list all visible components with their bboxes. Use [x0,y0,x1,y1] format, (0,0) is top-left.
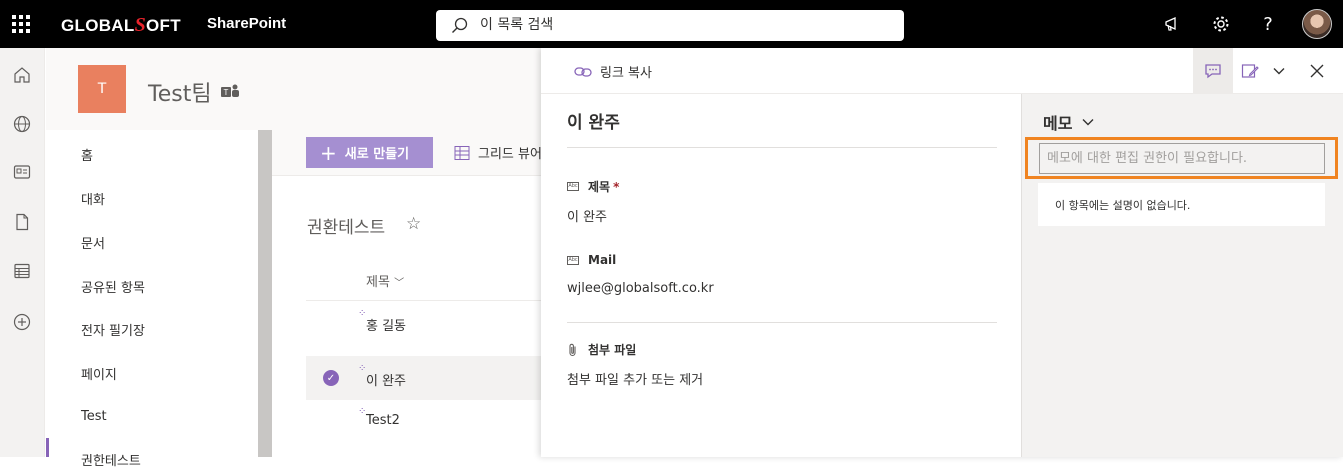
app-name[interactable]: SharePoint [207,15,286,32]
copy-link-button[interactable]: 링크 복사 [574,62,652,81]
text-field-icon: Abc [567,255,579,265]
avatar[interactable] [1302,9,1332,39]
field-value-mail[interactable]: wjlee@globalsoft.co.kr [567,281,714,296]
text-field-icon: Abc [567,182,579,191]
nav-item-test[interactable]: Test [81,409,107,424]
svg-text:T: T [224,88,229,97]
column-header-title[interactable]: 제목 ﹀ [366,271,404,290]
divider [567,147,997,148]
comment-icon [1205,64,1221,79]
field-label-title: Abc 제목 * [567,179,620,194]
item-title: 이 완주 [567,113,620,133]
nav-item-permission-test[interactable]: 권한테스트 [81,450,141,469]
file-icon[interactable] [12,212,32,232]
teams-icon: T [221,84,239,97]
site-title[interactable]: Test팀 [148,76,212,108]
add-circle-icon[interactable] [12,312,32,332]
chevron-down-icon [1082,119,1094,126]
field-value-title[interactable]: 이 완주 [567,206,607,225]
news-icon[interactable] [12,162,32,182]
search-input[interactable] [480,15,880,35]
search-box[interactable] [436,10,904,41]
nav-active-indicator [46,438,49,457]
close-icon[interactable] [1307,48,1327,94]
help-icon[interactable]: ? [1256,12,1280,36]
star-icon[interactable]: ☆ [406,214,421,234]
left-app-rail [0,48,45,457]
list-icon[interactable] [12,261,32,281]
home-icon[interactable] [12,65,32,85]
item-detail-panel: 링크 복사 이 완주 Abc 제목 * 이 완주 Abc Mail wjlee@g… [541,48,1343,457]
app-launcher-icon[interactable] [12,15,30,33]
site-logo[interactable]: T [78,65,126,113]
memo-input[interactable] [1039,143,1325,174]
nav-item-notebook[interactable]: 전자 필기장 [81,320,145,339]
memo-description: 이 항목에는 설명이 없습니다. [1038,183,1325,226]
list-title: 권환테스트 [307,218,386,238]
nav-item-conversations[interactable]: 대화 [81,189,105,208]
link-icon [574,66,592,77]
table-row[interactable]: ⁘ Test2 [306,399,542,443]
memo-title[interactable]: 메모 [1043,110,1094,134]
attachments-add-remove[interactable]: 첨부 파일 추가 또는 제거 [567,369,703,388]
divider [567,322,997,323]
panel-toolbar: 링크 복사 [541,48,1343,94]
paperclip-icon [569,343,576,356]
globe-icon[interactable] [12,114,32,134]
field-label-mail: Abc Mail [567,253,617,267]
chevron-down-icon: ﹀ [394,278,405,289]
new-button[interactable]: + 새로 만들기 [306,137,433,168]
edit-form-button[interactable] [1238,48,1262,94]
nav-item-shared[interactable]: 공유된 항목 [81,277,145,296]
attachments-label: 첨부 파일 [567,341,636,358]
table-row-selected[interactable]: ✓ ⁘ 이 완주 [306,356,542,400]
suite-header: GLOBALSOFT SharePoint ? [0,0,1343,48]
grid-view-button[interactable]: 그리드 뷰어 [454,143,542,162]
chevron-down-icon[interactable] [1269,48,1289,94]
brand-logo[interactable]: GLOBALSOFT [61,14,181,37]
edit-form-icon [1241,64,1259,78]
grid-icon [454,145,470,160]
nav-item-pages[interactable]: 페이지 [81,364,117,383]
megaphone-icon[interactable] [1161,12,1185,36]
table-row[interactable]: ⁘ 홍 길동 [306,301,542,345]
plus-icon: + [320,140,337,165]
search-icon [452,17,468,33]
memo-pane: 메모 이 항목에는 설명이 없습니다. [1021,94,1343,457]
comments-toggle-button[interactable] [1193,48,1233,94]
gear-icon[interactable] [1209,12,1233,36]
item-form: 이 완주 Abc 제목 * 이 완주 Abc Mail wjlee@globals… [541,94,1021,457]
nav-item-home[interactable]: 홈 [81,145,93,164]
nav-scrollbar[interactable] [258,130,272,457]
checkmark-icon[interactable]: ✓ [323,370,339,386]
nav-item-documents[interactable]: 문서 [81,233,105,252]
site-navigation: 홈 대화 문서 공유된 항목 전자 필기장 페이지 Test 권한테스트 [46,130,258,469]
